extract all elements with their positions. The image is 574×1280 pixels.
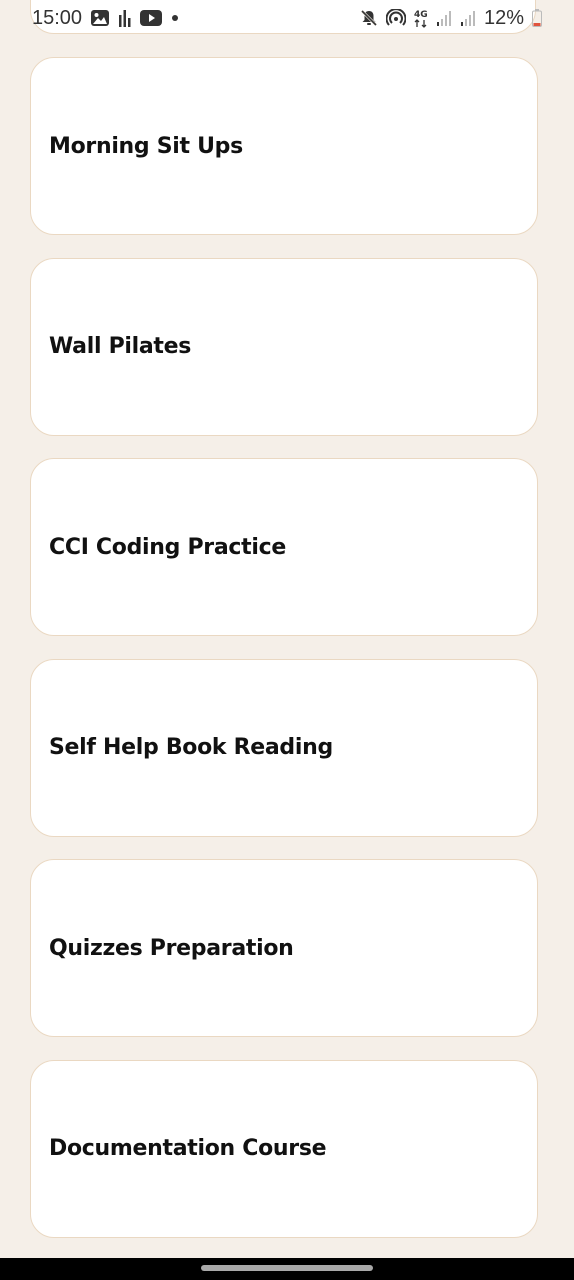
youtube-icon: [140, 10, 163, 26]
gallery-icon: [90, 9, 110, 27]
activity-list: Morning Sit Ups Wall Pilates CCI Coding …: [30, 57, 538, 1260]
chart-bars-icon: [118, 9, 132, 27]
activity-card-label: Documentation Course: [49, 1136, 327, 1161]
activity-card-label: Self Help Book Reading: [49, 735, 333, 760]
signal-icon: [436, 10, 452, 26]
navigation-bar: [0, 1258, 574, 1280]
home-gesture-handle[interactable]: [201, 1265, 373, 1271]
activity-card-label: Wall Pilates: [49, 334, 192, 359]
battery-icon: [532, 9, 542, 27]
status-left: 15:00: [32, 7, 180, 30]
activity-card[interactable]: Quizzes Preparation: [30, 859, 538, 1037]
mute-icon: [360, 9, 378, 27]
status-right: 4G 12%: [360, 7, 542, 30]
activity-card-label: Morning Sit Ups: [49, 133, 243, 159]
activity-card-label: CCI Coding Practice: [49, 534, 286, 560]
activity-card[interactable]: Self Help Book Reading: [30, 658, 538, 837]
svg-text:4G: 4G: [414, 10, 428, 20]
activity-card[interactable]: Documentation Course: [30, 1059, 538, 1238]
dot-icon: [170, 13, 180, 23]
network-4g-icon: 4G: [414, 8, 428, 28]
status-bar: 15:00 4G 12%: [0, 0, 574, 36]
activity-card[interactable]: Wall Pilates: [30, 257, 538, 436]
status-time: 15:00: [32, 6, 83, 29]
activity-card[interactable]: CCI Coding Practice: [30, 458, 538, 636]
battery-percent: 12%: [483, 6, 524, 29]
signal-icon: [460, 10, 476, 26]
hotspot-icon: [385, 9, 406, 27]
activity-card[interactable]: Morning Sit Ups: [30, 57, 538, 235]
activity-card-label: Quizzes Preparation: [49, 935, 294, 961]
